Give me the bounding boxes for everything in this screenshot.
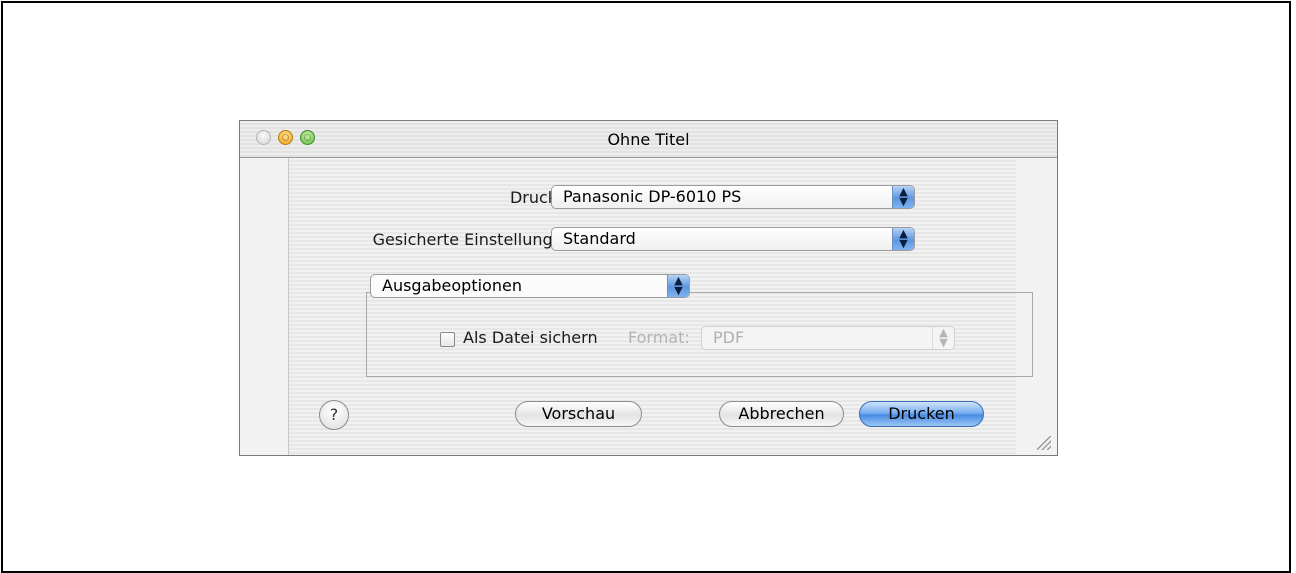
presets-popup-value: Standard	[563, 229, 636, 248]
printer-popup-value: Panasonic DP-6010 PS	[563, 187, 742, 206]
up-down-arrows-icon: ▲ ▼	[667, 275, 689, 297]
up-down-arrows-icon: ▲ ▼	[892, 228, 914, 250]
format-popup: PDF ▲ ▼	[701, 326, 955, 350]
presets-popup[interactable]: Standard ▲ ▼	[551, 227, 915, 251]
print-button[interactable]: Drucken	[859, 401, 984, 427]
cancel-button[interactable]: Abbrechen	[719, 401, 844, 427]
resize-grip-icon[interactable]	[1037, 436, 1051, 450]
format-label: Format:	[628, 328, 690, 347]
window-title: Ohne Titel	[607, 130, 690, 149]
up-down-arrows-icon: ▲ ▼	[892, 186, 914, 208]
panel-popup-value: Ausgabeoptionen	[382, 276, 522, 295]
save-as-file-label[interactable]: Als Datei sichern	[463, 328, 598, 347]
help-button[interactable]: ?	[319, 400, 349, 430]
left-gutter	[240, 158, 289, 455]
panel-popup[interactable]: Ausgabeoptionen ▲ ▼	[370, 274, 690, 298]
presets-label: Gesicherte Einstellungen:	[372, 230, 578, 249]
format-popup-value: PDF	[713, 328, 745, 347]
print-sheet: Drucker: Panasonic DP-6010 PS ▲ ▼ Gesiche…	[289, 158, 1033, 455]
title-bar[interactable]: Ohne Titel	[240, 121, 1057, 158]
save-as-file-checkbox[interactable]	[440, 332, 455, 347]
options-group-box: Als Datei sichern Format: PDF ▲ ▼	[366, 292, 1033, 377]
printer-popup[interactable]: Panasonic DP-6010 PS ▲ ▼	[551, 185, 915, 209]
preview-button[interactable]: Vorschau	[515, 401, 642, 427]
print-dialog-window: Ohne Titel Drucker: Panasonic DP-6010 PS…	[239, 120, 1058, 456]
up-down-arrows-icon: ▲ ▼	[932, 327, 954, 349]
